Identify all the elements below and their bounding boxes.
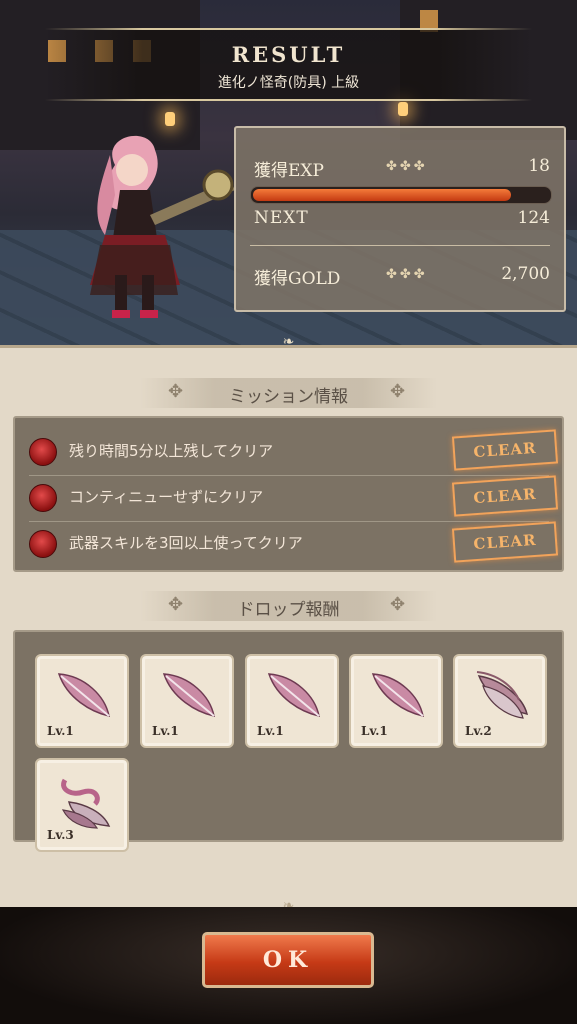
rose-icon — [29, 484, 57, 512]
item-level: Lv.3 — [47, 828, 74, 842]
pink-feather-icon — [371, 673, 424, 717]
stage-name: 進化ノ怪奇(防具) 上級 — [217, 75, 360, 91]
panel-ornament-icon: ❧ — [282, 334, 295, 350]
character-sprite — [90, 135, 235, 318]
stats-divider — [250, 245, 550, 246]
drop-item[interactable]: Lv.1 — [349, 654, 443, 748]
drop-reward-grid: Lv.1 Lv.1 Lv.1 Lv.1 Lv.2 Lv.3 — [13, 630, 564, 852]
gold-ornament: ✤✤✤ — [386, 267, 428, 282]
next-value: 124 — [517, 208, 550, 228]
mission-list: 残り時間5分以上残してクリア CLEAR コンティニューせずにクリア CLEAR… — [13, 416, 564, 572]
mission-text: コンティニューせずにクリア — [69, 488, 264, 506]
title-top-line — [45, 28, 532, 30]
pink-feather-icon — [267, 673, 320, 717]
mission-item: コンティニューせずにクリア CLEAR — [29, 475, 559, 517]
mission-text: 武器スキルを3回以上使ってクリア — [69, 534, 303, 552]
clear-stamp: CLEAR — [451, 475, 559, 517]
winged-ornament-icon — [61, 778, 111, 829]
mission-item: 武器スキルを3回以上使ってクリア CLEAR — [29, 521, 559, 563]
mission-item: 残り時間5分以上残してクリア CLEAR — [29, 429, 559, 471]
result-details-panel: ❧ ✥ ✥ ミッション情報 残り時間5分以上残してクリア CLEAR コンティニ… — [0, 334, 577, 910]
exp-ornament: ✤✤✤ — [386, 159, 428, 174]
item-level: Lv.1 — [257, 724, 284, 738]
drop-item[interactable]: Lv.1 — [140, 654, 234, 748]
pink-feather-icon — [57, 673, 110, 717]
drop-item[interactable]: Lv.1 — [245, 654, 339, 748]
next-label: NEXT — [254, 208, 309, 228]
drop-item[interactable]: Lv.3 — [35, 758, 129, 852]
pink-feather-icon — [162, 673, 215, 717]
drop-item[interactable]: Lv.1 — [35, 654, 129, 748]
wing-cluster-icon — [476, 671, 529, 719]
item-level: Lv.1 — [361, 724, 388, 738]
clear-stamp: CLEAR — [451, 429, 559, 471]
reward-stats-panel: 獲得EXP ✤✤✤ 18 NEXT 124 獲得GOLD ✤✤✤ 2,700 — [234, 126, 566, 312]
ok-button[interactable]: OK — [202, 932, 374, 988]
drop-item[interactable]: Lv.2 — [453, 654, 547, 748]
gold-label: 獲得GOLD — [254, 269, 341, 289]
item-level: Lv.1 — [47, 724, 74, 738]
exp-progress-fill — [253, 189, 511, 201]
page-title: RESULT — [231, 42, 346, 67]
mission-text: 残り時間5分以上残してクリア — [69, 442, 274, 460]
exp-progress-bar — [250, 186, 552, 204]
mission-heading: ミッション情報 — [229, 387, 348, 407]
exp-label: 獲得EXP — [254, 161, 324, 181]
gold-value: 2,700 — [501, 264, 550, 284]
item-level: Lv.1 — [152, 724, 179, 738]
exp-value: 18 — [528, 156, 550, 176]
clear-stamp: CLEAR — [451, 521, 559, 563]
rose-icon — [29, 438, 57, 466]
drop-heading: ドロップ報酬 — [237, 600, 340, 620]
item-level: Lv.2 — [465, 724, 492, 738]
rose-icon — [29, 530, 57, 558]
title-bottom-line — [45, 99, 532, 101]
